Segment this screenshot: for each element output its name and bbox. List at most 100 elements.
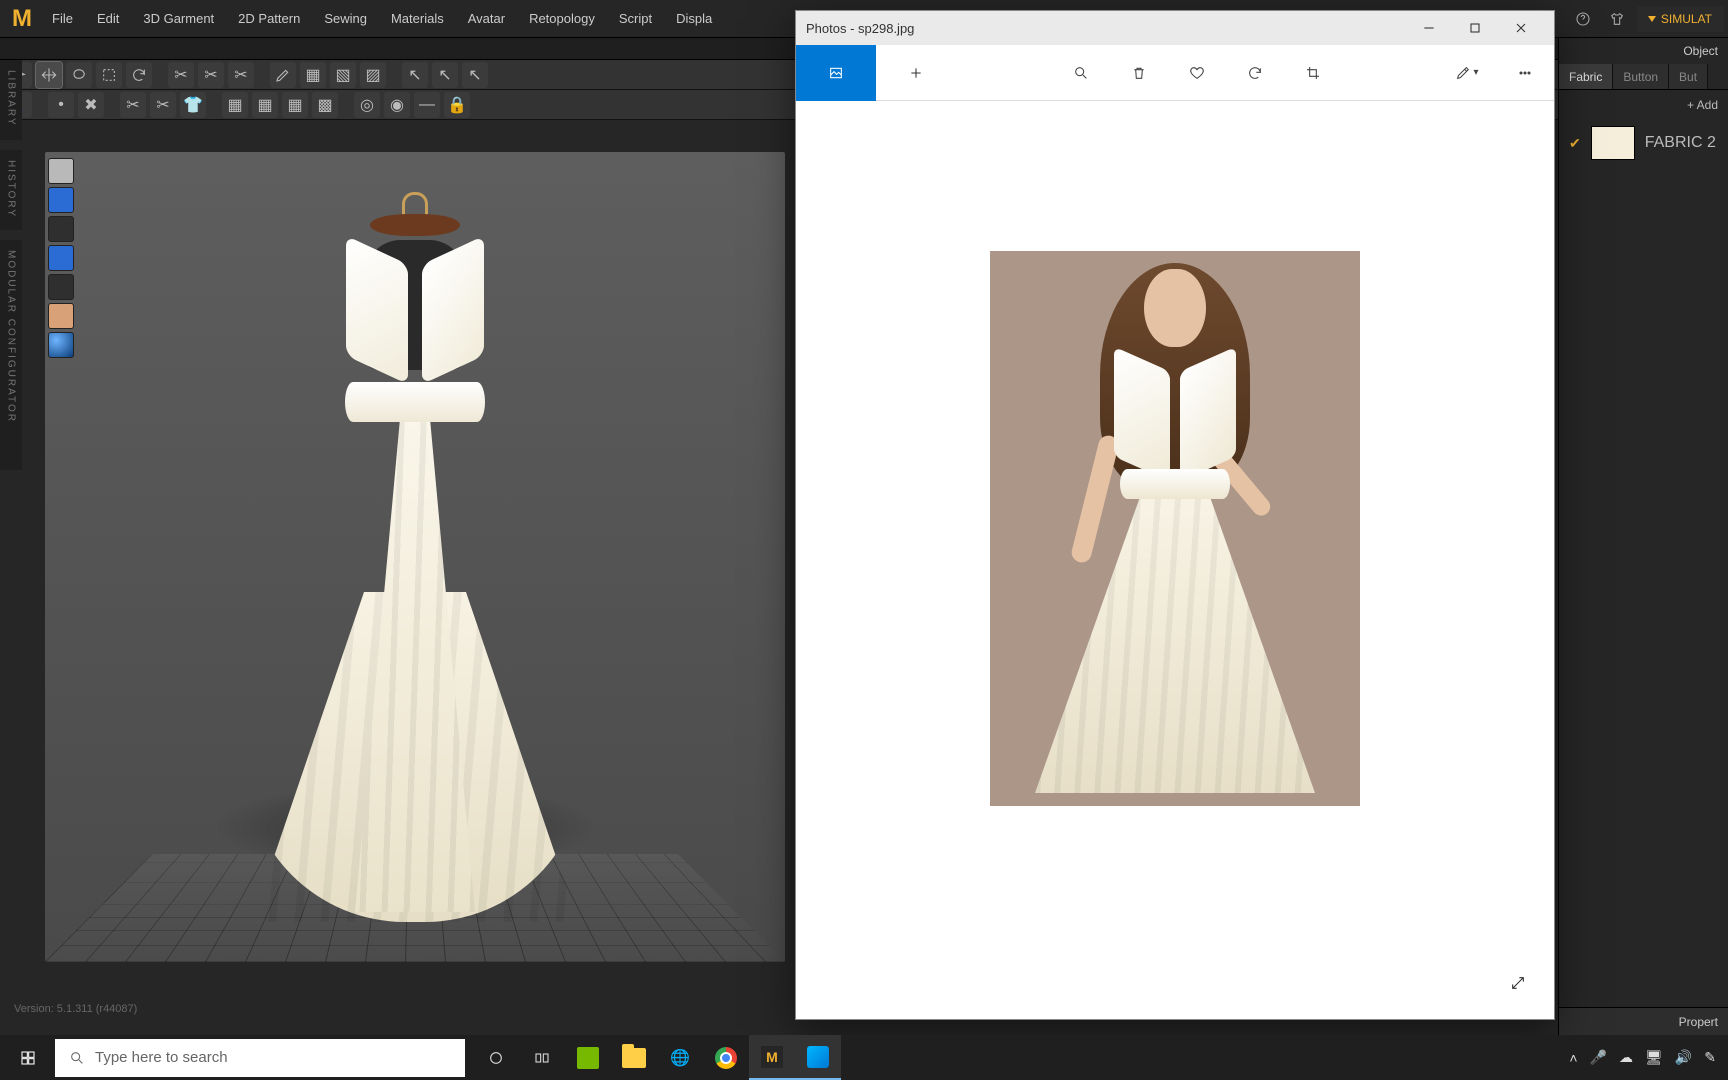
tray-pen-icon[interactable]: ✎: [1704, 1049, 1716, 1066]
menu-edit[interactable]: Edit: [85, 0, 131, 38]
tray-volume-icon[interactable]: 🔊: [1675, 1049, 1692, 1066]
tool-button[interactable]: ◉: [384, 92, 410, 118]
tool-sew-a[interactable]: ✂: [168, 62, 194, 88]
photos-titlebar[interactable]: Photos - sp298.jpg: [796, 11, 1554, 45]
start-button[interactable]: [0, 1035, 55, 1080]
menu-file[interactable]: File: [40, 0, 85, 38]
more-icon[interactable]: [1496, 45, 1554, 101]
tool-rotate[interactable]: [126, 62, 152, 88]
version-label: Version: 5.1.311 (r44087): [14, 1003, 137, 1015]
menu-2d-pattern[interactable]: 2D Pattern: [226, 0, 312, 38]
tray-chevron-icon[interactable]: ˄: [1569, 1050, 1577, 1066]
shade-thick[interactable]: [48, 274, 74, 300]
shade-env[interactable]: [48, 332, 74, 358]
tool-line[interactable]: —: [414, 92, 440, 118]
search-placeholder: Type here to search: [95, 1049, 228, 1066]
tool-cursor-b[interactable]: ↖: [432, 62, 458, 88]
shade-surface[interactable]: [48, 245, 74, 271]
tshirt-icon[interactable]: [1603, 5, 1631, 33]
tool-garment[interactable]: 👕: [180, 92, 206, 118]
property-panel-header[interactable]: Propert: [1559, 1007, 1728, 1035]
tool-knife-b[interactable]: ✂: [150, 92, 176, 118]
taskbar-app-nvidia[interactable]: [565, 1035, 611, 1080]
tool-target[interactable]: ◎: [354, 92, 380, 118]
minimize-button[interactable]: [1406, 11, 1452, 45]
shade-mesh[interactable]: [48, 187, 74, 213]
side-tab-modular[interactable]: MODULAR CONFIGURATOR: [0, 240, 22, 470]
tab-buttonhole[interactable]: But: [1669, 64, 1708, 89]
tool-cursor-c[interactable]: ↖: [462, 62, 488, 88]
menu-display[interactable]: Displa: [664, 0, 724, 38]
delete-icon[interactable]: [1110, 45, 1168, 101]
tool-rect-select[interactable]: [96, 62, 122, 88]
close-button[interactable]: [1498, 11, 1544, 45]
taskbar-app-chrome[interactable]: [703, 1035, 749, 1080]
edit-icon[interactable]: ▾: [1438, 45, 1496, 101]
object-panel: Object Fabric Button But + Add ✔ FABRIC …: [1558, 38, 1728, 1035]
menu-retopology[interactable]: Retopology: [517, 0, 607, 38]
tool-pen[interactable]: [270, 62, 296, 88]
crop-icon[interactable]: [1284, 45, 1342, 101]
maximize-button[interactable]: [1452, 11, 1498, 45]
help-icon[interactable]: [1569, 5, 1597, 33]
taskbar-search[interactable]: Type here to search: [55, 1039, 465, 1077]
3d-viewport[interactable]: [45, 152, 785, 962]
tool-mesh-d[interactable]: ▩: [312, 92, 338, 118]
check-icon: ✔: [1569, 135, 1581, 152]
tool-point-a[interactable]: •: [48, 92, 74, 118]
tool-mesh-c[interactable]: ▦: [282, 92, 308, 118]
tool-mesh-a[interactable]: ▦: [222, 92, 248, 118]
tray-mic-icon[interactable]: 🎤: [1590, 1049, 1607, 1066]
taskbar-app-explorer[interactable]: [611, 1035, 657, 1080]
fabric-list-item[interactable]: ✔ FABRIC 2: [1559, 120, 1728, 166]
tool-edit-c[interactable]: ▨: [360, 62, 386, 88]
tool-edit-a[interactable]: ▦: [300, 62, 326, 88]
shade-textured[interactable]: [48, 158, 74, 184]
tray-onedrive-icon[interactable]: ☁: [1619, 1049, 1633, 1066]
add-to-album-button[interactable]: [876, 45, 956, 101]
tool-move[interactable]: [36, 62, 62, 88]
tray-monitor-icon[interactable]: 🖥: [1645, 1049, 1663, 1066]
cortana-icon[interactable]: [473, 1035, 519, 1080]
zoom-icon[interactable]: [1052, 45, 1110, 101]
tool-edit-b[interactable]: ▧: [330, 62, 356, 88]
tool-cursor-a[interactable]: ↖: [402, 62, 428, 88]
fabric-swatch: [1591, 126, 1635, 160]
rotate-icon[interactable]: [1226, 45, 1284, 101]
menu-materials[interactable]: Materials: [379, 0, 456, 38]
menu-script[interactable]: Script: [607, 0, 664, 38]
3d-dress-model[interactable]: [235, 192, 595, 912]
photo-dress-waist: [1120, 469, 1230, 499]
menu-avatar[interactable]: Avatar: [456, 0, 517, 38]
photo-model: [1045, 269, 1305, 789]
tool-point-b[interactable]: ✖: [78, 92, 104, 118]
menu-sewing[interactable]: Sewing: [312, 0, 379, 38]
side-tab-history[interactable]: HISTORY: [0, 150, 22, 230]
add-fabric-button[interactable]: + Add: [1559, 90, 1728, 120]
side-tab-library[interactable]: LIBRARY: [0, 60, 22, 140]
tool-lock[interactable]: 🔒: [444, 92, 470, 118]
tab-button[interactable]: Button: [1613, 64, 1669, 89]
system-tray[interactable]: ˄ 🎤 ☁ 🖥 🔊 ✎: [1557, 1049, 1728, 1066]
gallery-view-button[interactable]: [796, 45, 876, 101]
tool-knife-a[interactable]: ✂: [120, 92, 146, 118]
taskbar-app-photos[interactable]: [795, 1035, 841, 1080]
taskbar-app-misc[interactable]: 🌐: [657, 1035, 703, 1080]
fullscreen-icon[interactable]: [1510, 975, 1532, 997]
tool-sew-c[interactable]: ✂: [228, 62, 254, 88]
tab-fabric[interactable]: Fabric: [1559, 64, 1613, 89]
menu-3d-garment[interactable]: 3D Garment: [131, 0, 226, 38]
favorite-icon[interactable]: [1168, 45, 1226, 101]
shade-avatar[interactable]: [48, 216, 74, 242]
shade-skin[interactable]: [48, 303, 74, 329]
simulate-button[interactable]: SIMULAT: [1637, 6, 1724, 32]
tool-lasso[interactable]: [66, 62, 92, 88]
taskview-icon[interactable]: [519, 1035, 565, 1080]
taskbar-app-marvelous[interactable]: M: [749, 1035, 795, 1080]
photo-canvas[interactable]: [796, 101, 1554, 1019]
tool-sew-b[interactable]: ✂: [198, 62, 224, 88]
tool-mesh-b[interactable]: ▦: [252, 92, 278, 118]
model-head: [1144, 269, 1206, 347]
photos-window: Photos - sp298.jpg ▾: [795, 10, 1555, 1020]
reference-photo: [990, 251, 1360, 806]
